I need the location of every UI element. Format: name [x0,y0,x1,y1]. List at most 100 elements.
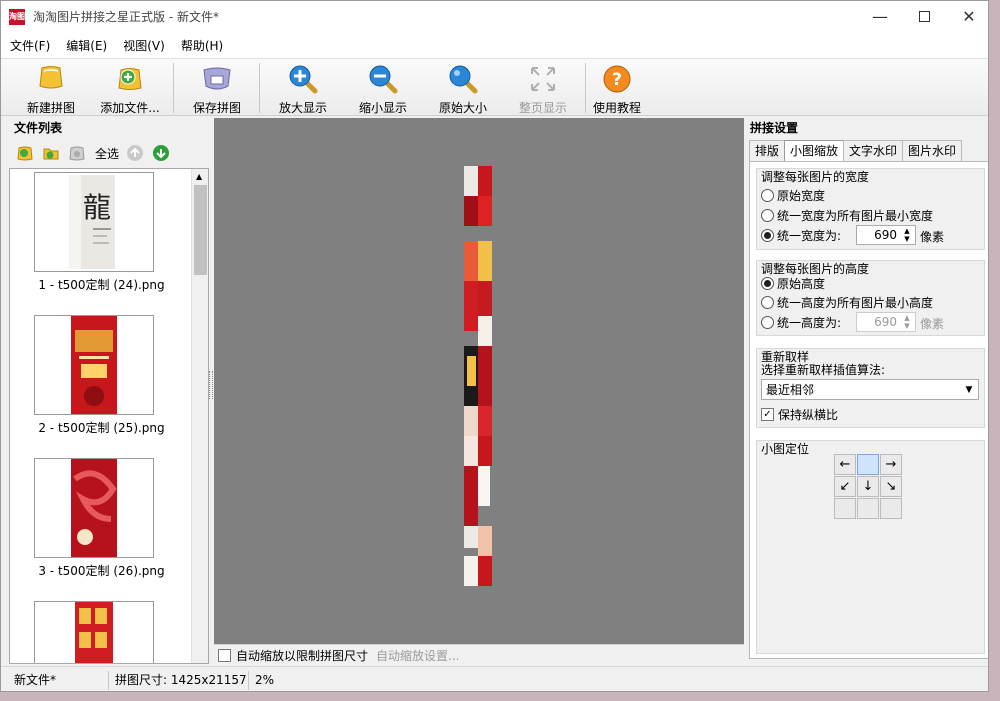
tab-text-watermark[interactable]: 文字水印 [843,140,904,162]
menu-file[interactable]: 文件(F) [10,37,50,54]
fit-page-button[interactable]: 整页显示 [511,63,575,115]
zoom-out-button[interactable]: 缩小显示 [351,63,415,115]
add-file-label: 添加文件... [100,101,160,115]
select-all-button[interactable]: 全选 [95,145,119,162]
zoom-out-label: 缩小显示 [358,101,407,115]
vertical-scrollbar[interactable]: ▲ [191,169,208,663]
radio-button[interactable] [761,316,774,329]
fit-page-icon [527,63,559,95]
window-title: 淘淘图片拼接之星正式版 - 新文件* [33,10,219,24]
move-up-icon[interactable] [125,143,145,163]
splitter-handle[interactable] [209,371,213,399]
radio-button[interactable] [761,229,774,242]
list-item[interactable] [10,598,193,663]
chevron-down-icon[interactable]: ▼ [960,380,978,399]
scrollbar-thumb[interactable] [194,185,207,275]
add-file-button[interactable]: 添加文件... [97,63,163,115]
radio-button[interactable] [761,296,774,309]
width-unit: 像素 [920,230,945,244]
width-fixed-option[interactable]: 统一宽度为: [761,227,841,244]
svg-text:?: ? [612,70,622,90]
arrow-right-icon[interactable]: → [880,454,902,475]
status-bar: 新文件* 拼图尺寸: 1425x21157 2% [1,666,988,691]
width-original-option[interactable]: 原始宽度 [761,187,825,204]
anchor-top-center[interactable] [857,454,879,475]
height-value-input[interactable]: 690 ▲ ▼ [856,312,916,332]
list-item[interactable]: 3 - t500定制 (26).png [10,455,193,585]
anchor-bottom-left[interactable] [834,498,856,519]
auto-scale-checkbox[interactable] [218,649,231,662]
list-item[interactable]: 2 - t500定制 (25).png [10,312,193,442]
tab-scaling[interactable]: 小图缩放 [784,140,845,163]
arrow-down-left-icon[interactable]: ↙ [834,476,856,497]
collage-canvas[interactable] [214,118,744,644]
file-name: 3 - t500定制 (26).png [38,564,165,578]
new-document-icon [35,63,67,95]
arrow-down-icon[interactable]: ↓ [857,476,879,497]
move-down-icon[interactable] [151,143,171,163]
height-min-option[interactable]: 统一高度为所有图片最小高度 [761,294,933,311]
scroll-up-icon[interactable]: ▲ [196,172,202,181]
file-list-panel: 文件列表 全选 龍 1 - t500定制 (24).png 2 - t500定制… [8,118,210,664]
file-list[interactable]: 龍 1 - t500定制 (24).png 2 - t500定制 (25).pn… [9,168,209,664]
auto-scale-settings-link[interactable]: 自动缩放设置... [376,647,459,664]
resample-method-select[interactable]: 最近相邻 ▼ [761,379,979,400]
width-value-input[interactable]: 690 ▲ ▼ [856,225,916,245]
menu-help[interactable]: 帮助(H) [181,37,223,54]
original-size-label: 原始大小 [438,101,487,115]
tab-layout[interactable]: 排版 [749,140,786,162]
width-min-option[interactable]: 统一宽度为所有图片最小宽度 [761,207,933,224]
zoom-in-button[interactable]: 放大显示 [271,63,335,115]
original-size-button[interactable]: 原始大小 [431,63,495,115]
height-original-option[interactable]: 原始高度 [761,275,825,292]
menu-edit[interactable]: 编辑(E) [66,37,107,54]
list-item[interactable]: 龍 1 - t500定制 (24).png [10,169,193,299]
menu-view[interactable]: 视图(V) [123,37,165,54]
fit-page-label: 整页显示 [518,101,567,115]
scaling-tab-content: 调整每张图片的宽度 原始宽度 统一宽度为所有图片最小宽度 统一宽度为: 690 … [749,161,988,659]
arrow-left-icon[interactable]: ← [834,454,856,475]
save-collage-label: 保存拼图 [192,101,241,115]
close-button[interactable]: ✕ [946,1,988,32]
collage-preview [464,166,492,586]
new-collage-button[interactable]: 新建拼图 [19,63,83,115]
add-file-icon [114,63,146,95]
canvas-options-bar: 自动缩放以限制拼图尺寸 自动缩放设置... [214,644,744,666]
anchor-bottom-center[interactable] [857,498,879,519]
app-window: 淘图 淘淘图片拼接之星正式版 - 新文件* — ✕ 文件(F) 编辑(E) 视图… [0,0,989,692]
save-collage-button[interactable]: 保存拼图 [185,63,249,115]
zoom-in-label: 放大显示 [278,101,327,115]
zoom-out-icon [367,63,399,95]
radio-button[interactable] [761,277,774,290]
settings-title: 拼接设置 [750,121,799,135]
add-image-icon[interactable] [15,143,35,163]
thumbnail [34,458,154,558]
thumbnail [34,315,154,415]
width-group-title: 调整每张图片的宽度 [761,170,870,184]
file-list-toolbar: 全选 [8,139,210,167]
minimize-button[interactable]: — [857,1,903,32]
spin-arrows-icon[interactable]: ▲ ▼ [901,227,913,243]
radio-button[interactable] [761,209,774,222]
keep-ratio-option[interactable]: ✓ 保持纵横比 [761,406,838,423]
position-group: 小图定位 ← → ↙ ↓ ↘ [756,440,985,654]
spin-arrows-icon[interactable]: ▲ ▼ [901,314,913,330]
option-label: 统一高度为所有图片最小高度 [777,296,934,310]
file-name: 2 - t500定制 (25).png [38,421,165,435]
new-collage-label: 新建拼图 [26,101,75,115]
height-fixed-option[interactable]: 统一高度为: [761,314,841,331]
title-bar: 淘图 淘淘图片拼接之星正式版 - 新文件* — ✕ [1,1,988,32]
maximize-button[interactable] [901,1,947,32]
radio-button[interactable] [761,189,774,202]
zoom-in-icon [287,63,319,95]
resample-method-value: 最近相邻 [766,383,815,397]
remove-image-icon[interactable] [67,143,87,163]
arrow-down-right-icon[interactable]: ↘ [880,476,902,497]
keep-ratio-checkbox[interactable]: ✓ [761,408,774,421]
tutorial-button[interactable]: ? 使用教程 [585,63,649,115]
height-value: 690 [874,315,897,329]
anchor-bottom-right[interactable] [880,498,902,519]
tab-image-watermark[interactable]: 图片水印 [902,140,963,162]
add-folder-icon[interactable] [41,143,61,163]
status-zoom: 2% [255,672,275,687]
